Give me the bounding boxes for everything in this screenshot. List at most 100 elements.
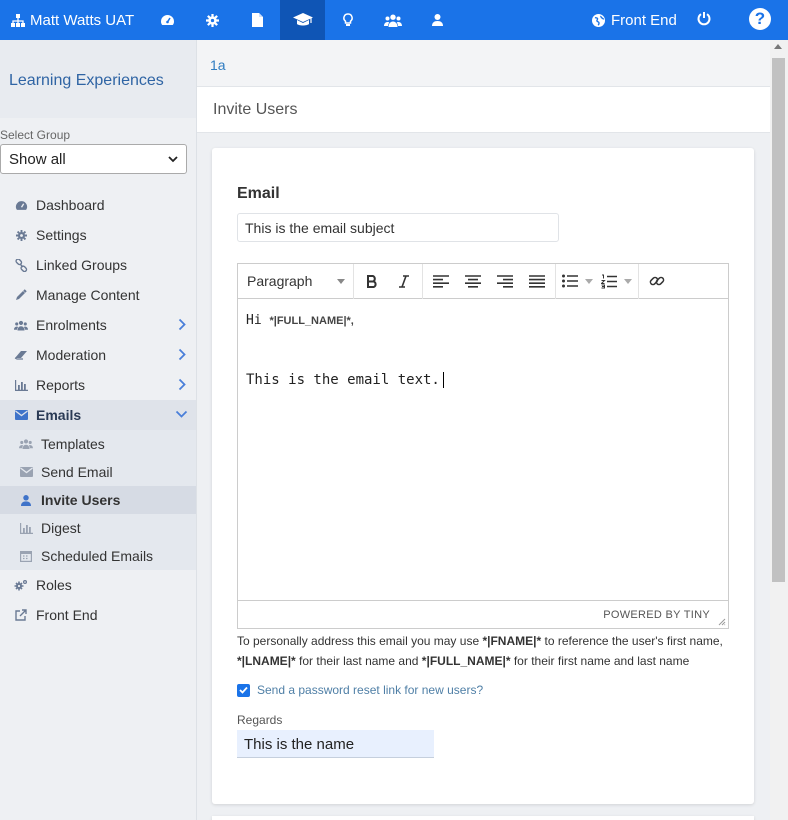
sidebar-item-label: Front End: [36, 607, 98, 623]
link-icon: [649, 276, 665, 286]
link-icon: [14, 258, 27, 272]
editor-body-line: This is the email text.: [246, 372, 720, 388]
sidebar-item-emails[interactable]: Emails: [0, 400, 196, 430]
sidebar-item-settings[interactable]: Settings: [0, 220, 196, 250]
editor-greeting-line: Hi *|FULL_NAME|*,: [246, 313, 354, 328]
bar-chart-icon: [14, 379, 28, 391]
password-reset-option[interactable]: Send a password reset link for new users…: [237, 683, 483, 697]
sidebar-subitem-label: Digest: [41, 520, 81, 536]
users-icon: [383, 14, 402, 27]
sidebar-item-roles[interactable]: Roles: [0, 570, 196, 600]
dashboard-icon: [161, 15, 174, 25]
sidebar-item-reports[interactable]: Reports: [0, 370, 196, 400]
sidebar-item-label: Enrolments: [36, 317, 107, 333]
format-select-value: Paragraph: [247, 273, 313, 289]
sidebar-item-moderation[interactable]: Moderation: [0, 340, 196, 370]
sidebar-subitem-digest[interactable]: Digest: [0, 514, 196, 542]
document-icon: [252, 13, 263, 27]
powered-by-label[interactable]: POWERED BY TINY: [603, 609, 710, 621]
help-icon[interactable]: ?: [749, 8, 771, 30]
format-select[interactable]: Paragraph: [238, 263, 354, 299]
sidebar-subitem-scheduled-emails[interactable]: Scheduled Emails: [0, 542, 196, 570]
sidebar-item-label: Settings: [36, 227, 87, 243]
dashboard-icon: [15, 200, 27, 210]
checkmark-icon: [239, 686, 248, 694]
sidebar-item-label: Linked Groups: [36, 257, 128, 273]
chevron-right-icon: [178, 318, 186, 331]
sidebar-subitem-label: Invite Users: [41, 492, 121, 508]
sidebar-item-front-end[interactable]: Front End: [0, 600, 196, 630]
front-end-label: Front End: [611, 11, 677, 29]
align-right-icon: [497, 274, 513, 288]
align-center-button[interactable]: [457, 264, 489, 299]
scrollbar-thumb[interactable]: [772, 58, 785, 582]
page-scrollbar[interactable]: [770, 40, 788, 820]
top-navbar: Matt Watts UAT Front End ?: [0, 0, 788, 40]
nav-learning[interactable]: [280, 0, 325, 40]
editor-content-area[interactable]: Hi *|FULL_NAME|*, This is the email text…: [238, 299, 728, 599]
full-name-tag: *|FULL_NAME|*,: [269, 315, 354, 327]
globe-icon: [592, 13, 605, 27]
insert-link-button[interactable]: [641, 264, 673, 299]
bullet-list-button[interactable]: [558, 264, 597, 299]
sidebar-item-dashboard[interactable]: Dashboard: [0, 190, 196, 220]
sidebar-subitem-label: Scheduled Emails: [41, 548, 154, 564]
envelope-icon: [14, 410, 28, 420]
italic-button[interactable]: [388, 264, 420, 299]
nav-dashboard[interactable]: [145, 0, 190, 40]
nav-ideas[interactable]: [325, 0, 370, 40]
nav-user[interactable]: [415, 0, 460, 40]
select-group-label: Select Group: [0, 128, 71, 142]
envelope-icon: [19, 467, 33, 477]
group-select-value: Show all: [9, 150, 66, 168]
bullet-list-icon: [562, 274, 578, 288]
nav-content[interactable]: [235, 0, 280, 40]
main-content: 1a Invite Users Email This is the email …: [197, 40, 770, 820]
password-reset-checkbox[interactable]: [237, 683, 250, 697]
align-right-button[interactable]: [489, 264, 521, 299]
sidebar: Learning Experiences Select Group Show a…: [0, 40, 197, 820]
bar-chart-icon: [19, 522, 33, 534]
graduation-cap-icon: [292, 13, 313, 26]
nav-groups[interactable]: [370, 0, 415, 40]
regards-input[interactable]: This is the name: [237, 730, 434, 758]
emails-submenu: Templates Send Email Invite Users Digest…: [0, 430, 196, 570]
sidebar-subitem-send-email[interactable]: Send Email: [0, 458, 196, 486]
align-center-icon: [465, 274, 481, 288]
sidebar-item-manage-content[interactable]: Manage Content: [0, 280, 196, 310]
scroll-up-arrow-icon[interactable]: [774, 44, 782, 49]
numbered-list-icon: [601, 274, 617, 288]
eraser-icon: [14, 351, 27, 360]
sidebar-item-label: Moderation: [36, 347, 107, 363]
sidebar-item-label: Emails: [36, 407, 82, 423]
sidebar-item-linked-groups[interactable]: Linked Groups: [0, 250, 196, 280]
card-title: Email: [237, 185, 280, 202]
bold-button[interactable]: [356, 264, 388, 299]
site-brand[interactable]: Matt Watts UAT: [0, 0, 145, 40]
power-icon[interactable]: [697, 11, 711, 26]
caret-down-icon: [585, 278, 593, 284]
gear-icon: [206, 13, 219, 27]
pencil-icon: [16, 289, 27, 300]
sidebar-subitem-invite-users[interactable]: Invite Users: [0, 486, 196, 514]
editor-statusbar: POWERED BY TINY: [238, 600, 728, 628]
align-left-button[interactable]: [425, 264, 457, 299]
site-name: Matt Watts UAT: [30, 11, 135, 29]
resize-handle-icon[interactable]: [718, 618, 726, 626]
password-reset-label[interactable]: Send a password reset link for new users…: [257, 683, 483, 697]
front-end-link[interactable]: Front End: [592, 0, 677, 40]
chevron-right-icon: [178, 348, 186, 361]
chevron-down-icon: [175, 410, 188, 418]
breadcrumb-link[interactable]: 1a: [210, 57, 226, 73]
nav-settings[interactable]: [190, 0, 235, 40]
calendar-icon: [20, 551, 32, 562]
numbered-list-button[interactable]: [597, 264, 636, 299]
group-select[interactable]: Show all: [0, 144, 187, 174]
sidebar-subitem-templates[interactable]: Templates: [0, 430, 196, 458]
align-justify-button[interactable]: [521, 264, 553, 299]
user-icon: [21, 494, 31, 506]
sidebar-item-enrolments[interactable]: Enrolments: [0, 310, 196, 340]
next-card: [212, 816, 754, 820]
email-subject-input[interactable]: This is the email subject: [237, 213, 559, 242]
chevron-down-icon: [168, 155, 178, 162]
